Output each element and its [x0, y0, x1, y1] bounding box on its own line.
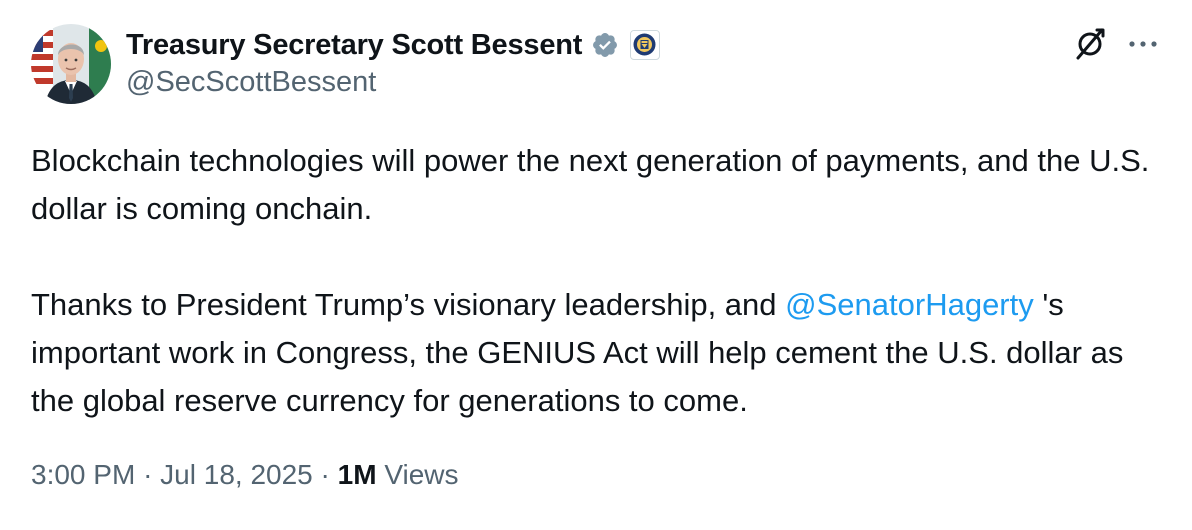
tweet-paragraph-2: Thanks to President Trump’s visionary le… — [31, 281, 1171, 425]
tweet-text: Blockchain technologies will power the n… — [31, 137, 1171, 425]
tweet-metadata: 3:00 PM · Jul 18, 2025 · 1M Views — [31, 459, 459, 491]
grok-icon[interactable] — [1070, 24, 1110, 64]
verified-badge-icon[interactable] — [591, 31, 619, 59]
views-label: Views — [384, 459, 459, 490]
avatar[interactable] — [31, 24, 111, 104]
author-name-row: Treasury Secretary Scott Bessent — [126, 26, 661, 64]
tweet-date[interactable]: Jul 18, 2025 — [160, 459, 313, 490]
tweet-card: Treasury Secretary Scott Bessent @SecSco… — [0, 0, 1192, 530]
more-options-icon[interactable] — [1124, 24, 1162, 64]
meta-separator: · — [143, 459, 153, 490]
views-count: 1M — [337, 459, 377, 490]
author-display-name[interactable]: Treasury Secretary Scott Bessent — [126, 29, 582, 62]
mention-link[interactable]: @SenatorHagerty — [785, 287, 1034, 322]
meta-separator: · — [320, 459, 330, 490]
avatar-image — [31, 24, 111, 104]
tweet-paragraph-1: Blockchain technologies will power the n… — [31, 143, 1150, 226]
treasury-seal-icon[interactable] — [630, 30, 661, 60]
tweet-time[interactable]: 3:00 PM — [31, 459, 135, 490]
header-actions — [1070, 24, 1162, 64]
tweet-text-segment: Thanks to President Trump’s visionary le… — [31, 287, 786, 322]
author-handle[interactable]: @SecScottBessent — [126, 66, 376, 99]
